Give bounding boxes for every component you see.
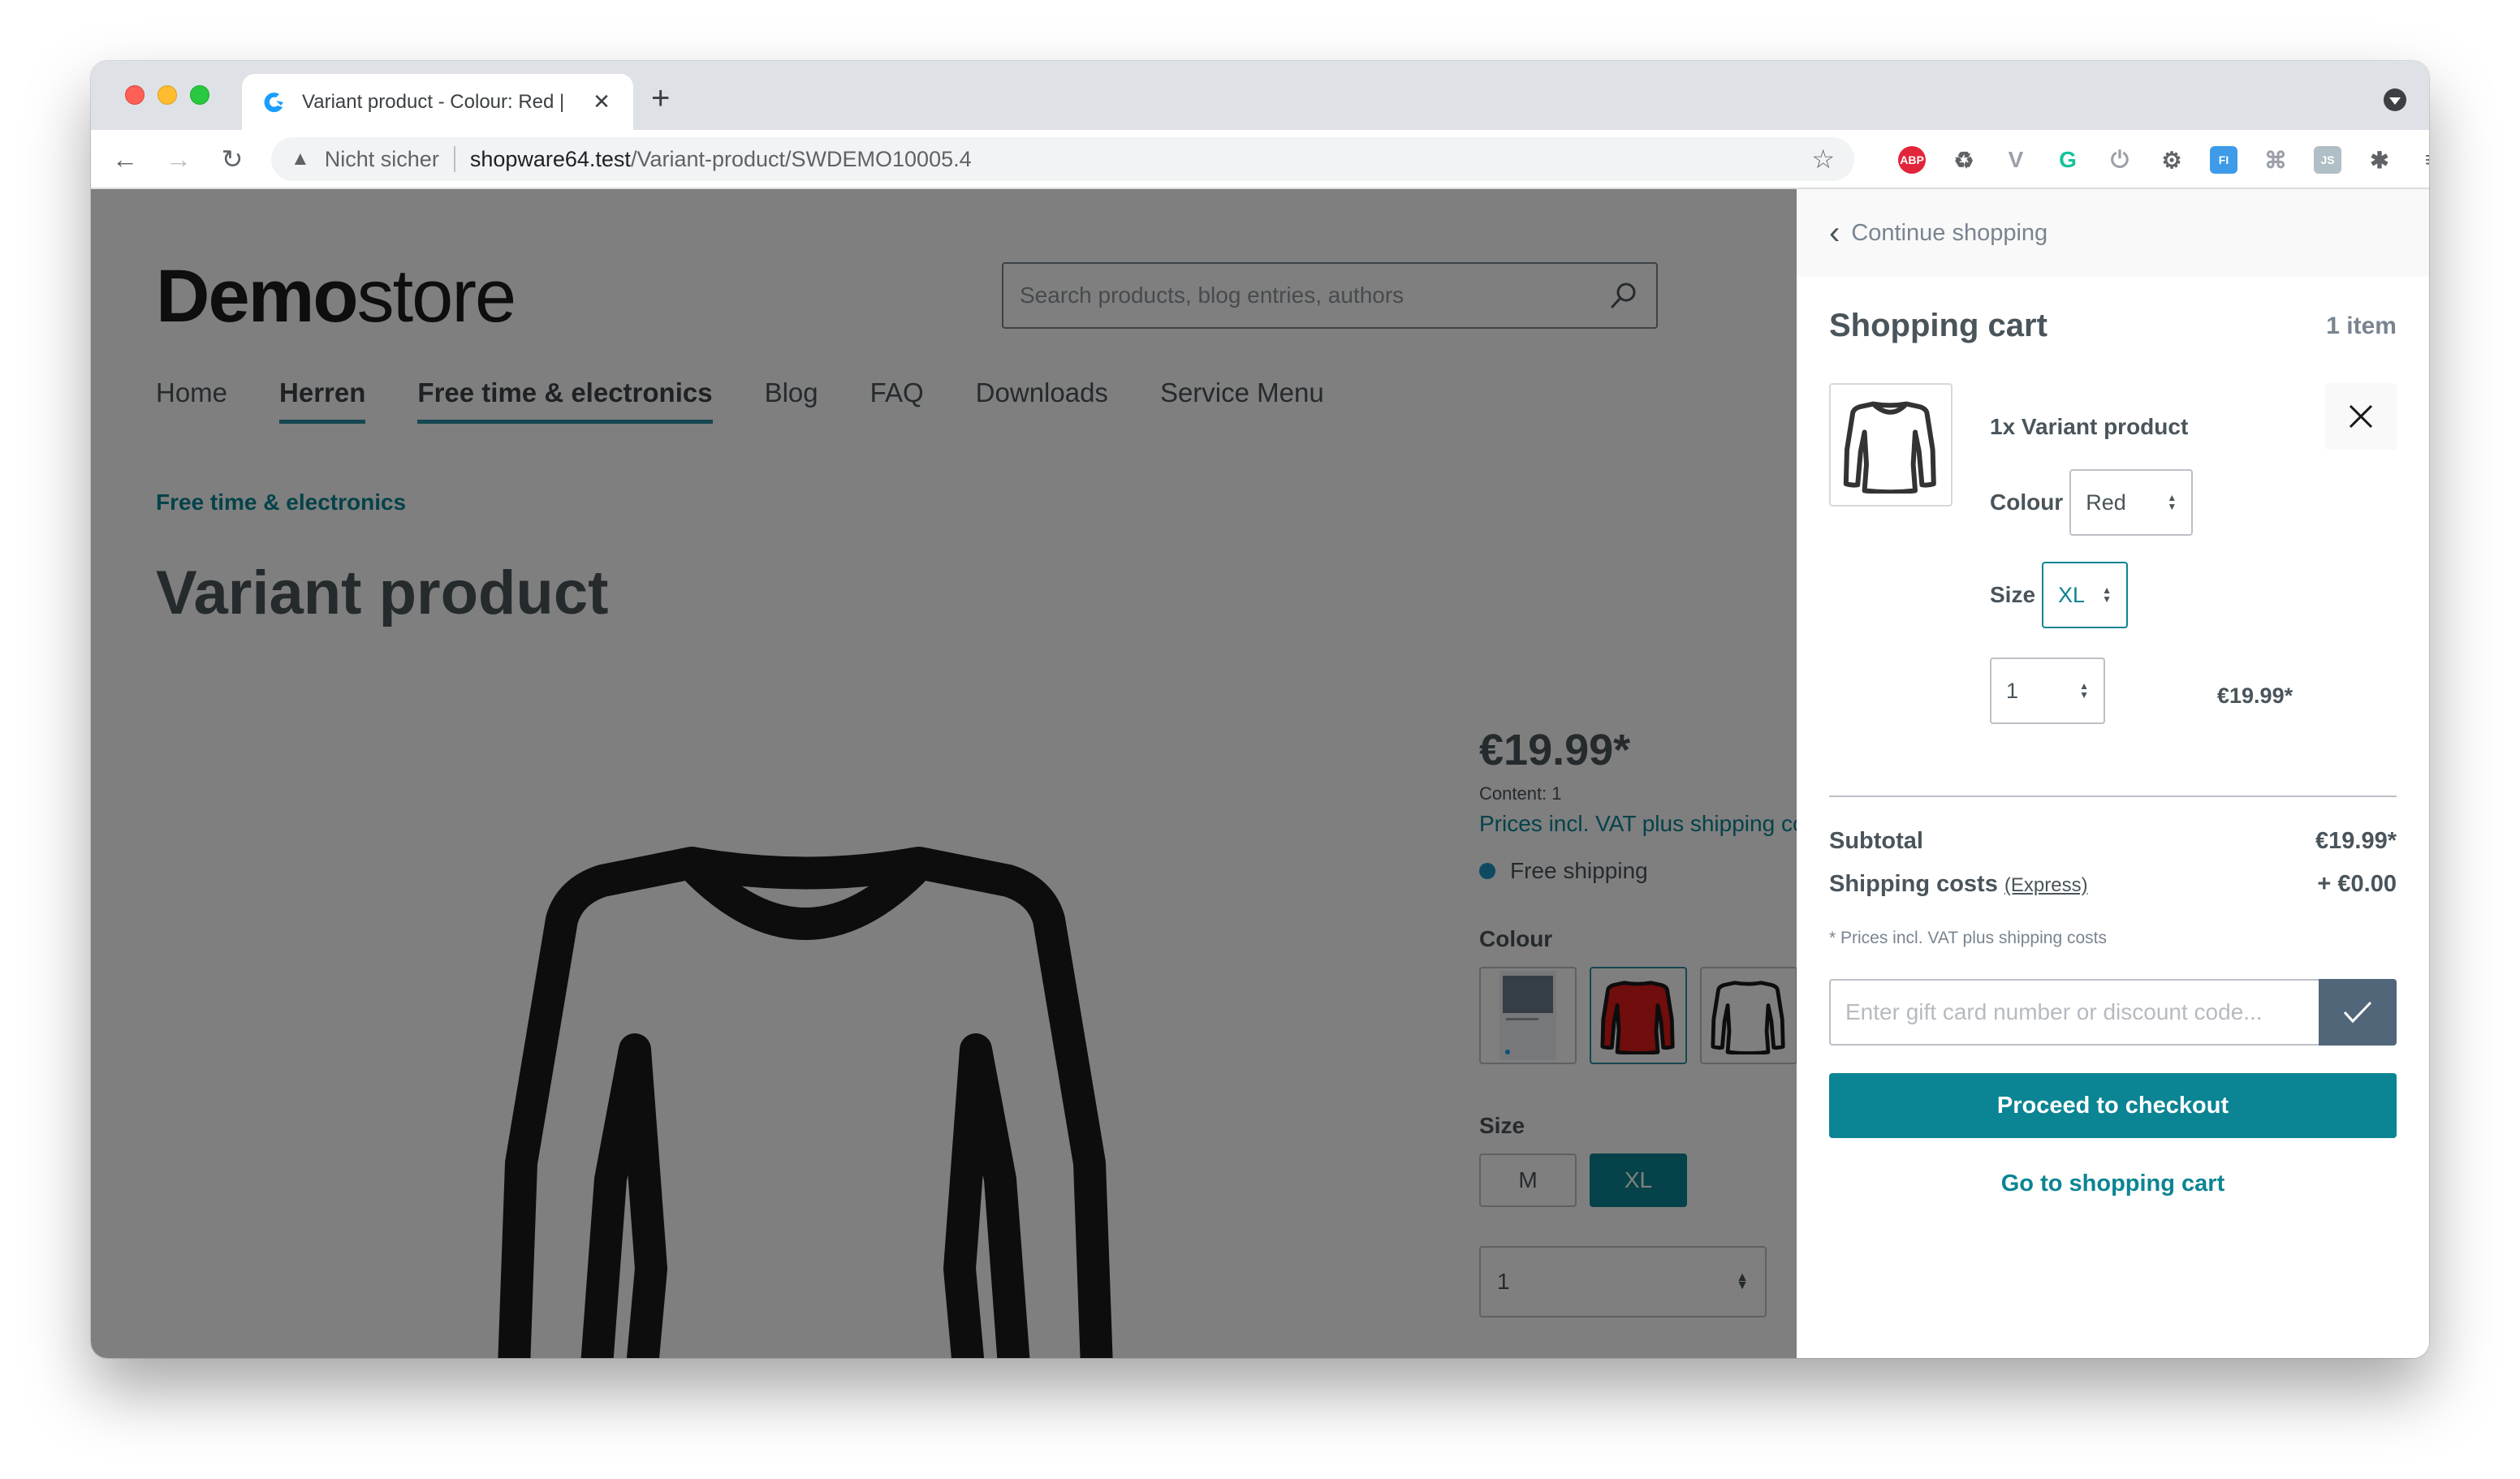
url-path: /Variant-product/SWDEMO10005.4 [630,146,972,171]
recycle-icon[interactable]: ♻ [1950,146,1978,174]
voucher-form [1829,979,2397,1046]
shipping-value: + €0.00 [2317,871,2397,897]
warning-icon[interactable]: ▲ [291,148,310,170]
forward-arrow-icon[interactable]: → [164,144,193,174]
new-tab-button[interactable]: + [651,82,670,114]
line-item-name[interactable]: 1x Variant product [1990,414,2188,440]
cart-item-count: 1 item [2326,312,2397,339]
page-viewport: Demostore HomeHerrenFree time & electron… [91,189,2429,1358]
browser-tab-active[interactable]: Variant product - Colour: Red | ✕ [242,74,633,130]
security-label[interactable]: Nicht sicher [325,147,439,172]
minimize-window-button[interactable] [158,85,177,105]
colour-option-label: Colour [1990,489,2064,515]
close-window-button[interactable] [125,85,145,105]
tab-bar: Variant product - Colour: Red | ✕ + [91,61,2429,130]
browser-toolbar: ← → ↻ ▲ Nicht sicher shopware64.test /Va… [91,130,2429,189]
shipping-row: Shipping costs (Express) + €0.00 [1829,871,2397,898]
remove-item-button[interactable] [2325,383,2397,450]
cart-line-item: 1x Variant product Colour Red ▲ ▼ Size X… [1829,383,2397,797]
subtotal-label: Subtotal [1829,828,1923,854]
line-item-thumbnail[interactable] [1829,383,1953,507]
power-icon[interactable]: ⏻ [2106,146,2134,174]
omnibox-divider [453,146,455,172]
cart-header: Shopping cart 1 item [1797,308,2429,344]
extensions-bar: ABP♻VG⏻⚙FI⌘JS✱≡⋮ [1898,143,2429,177]
tax-note: * Prices incl. VAT plus shipping costs [1829,929,2107,947]
line-item-quantity: 1 ▲ ▼ [1990,658,2105,724]
cart-summary: Subtotal €19.99* Shipping costs (Express… [1797,828,2429,1197]
tab-search-icon[interactable] [2384,88,2406,111]
shipping-method-link[interactable]: (Express) [2004,874,2088,896]
line-item-price: €19.99* [2217,683,2293,708]
cart-title: Shopping cart [1829,308,2048,343]
offcanvas-cart: ‹ Continue shopping Shopping cart 1 item… [1797,189,2429,1358]
quantity-select-value: 1 [2006,678,2019,703]
colour-select[interactable]: Red ▲ ▼ [2069,469,2194,536]
select-arrows-icon: ▲▼ [2102,584,2112,605]
voucher-submit-button[interactable] [2319,979,2397,1046]
continue-shopping-button[interactable]: ‹ Continue shopping [1797,189,2429,277]
maximize-window-button[interactable] [190,85,209,105]
voucher-input[interactable] [1829,979,2319,1046]
close-icon [2349,404,2373,429]
checkmark-icon [2343,1001,2372,1024]
size-select[interactable]: XL ▲ ▼ [2042,562,2129,628]
gear-extension-icon[interactable]: ⚙ [2158,146,2186,174]
colour-select-value: Red [2086,489,2126,515]
size-select-value: XL [2058,582,2086,607]
browser-window: Variant product - Colour: Red | ✕ + ← → … [91,61,2429,1358]
line-item-colour: Colour Red ▲ ▼ [1990,469,2194,536]
grammarly-icon[interactable]: G [2054,146,2082,174]
quantity-select-cart[interactable]: 1 ▲ ▼ [1990,658,2105,724]
size-option-label: Size [1990,582,2036,607]
puzzle-icon[interactable]: ✱ [2366,146,2393,174]
fi-extension-icon[interactable]: FI [2210,146,2237,174]
bookmark-star-icon[interactable]: ☆ [1811,144,1835,175]
shopware-logo-icon [264,92,283,112]
media-queue-icon[interactable]: ≡ [2418,146,2429,174]
close-tab-icon[interactable]: ✕ [589,89,614,114]
tab-title: Variant product - Colour: Red | [302,90,565,113]
shirt-thumbnail-icon [1843,401,1936,494]
adblock-plus-icon[interactable]: ABP [1898,146,1926,174]
shipping-label: Shipping costs [1829,871,1998,897]
back-arrow-icon[interactable]: ← [110,144,140,174]
subtotal-row: Subtotal €19.99* [1829,828,2397,855]
address-bar[interactable]: ▲ Nicht sicher shopware64.test /Variant-… [271,137,1854,181]
go-to-cart-link[interactable]: Go to shopping cart [1829,1171,2397,1197]
offcanvas-backdrop[interactable] [91,189,1797,1358]
js-extension-icon[interactable]: JS [2314,146,2341,174]
subtotal-value: €19.99* [2315,828,2397,854]
vue-devtools-icon[interactable]: V [2002,146,2030,174]
select-arrows-icon: ▲▼ [2167,492,2177,512]
line-item-size: Size XL ▲ ▼ [1990,562,2129,628]
proceed-to-checkout-button[interactable]: Proceed to checkout [1829,1073,2397,1138]
command-icon[interactable]: ⌘ [2262,146,2289,174]
reload-icon[interactable]: ↻ [218,144,247,174]
url-host: shopware64.test [469,146,631,171]
select-arrows-icon: ▲▼ [2079,680,2089,701]
chevron-left-icon: ‹ [1829,214,1840,251]
continue-shopping-label: Continue shopping [1851,219,2048,246]
